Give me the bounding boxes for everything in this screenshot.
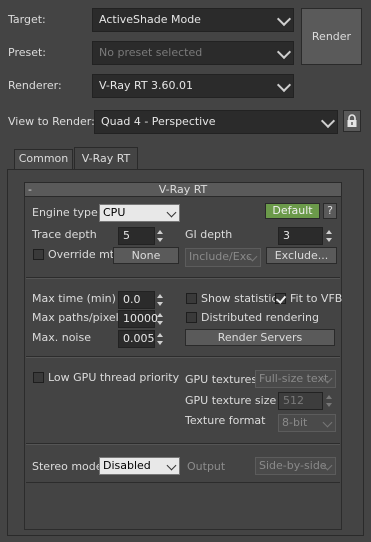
fit-to-vfb-label: Fit to VFB [290, 292, 343, 305]
default-button[interactable]: Default [265, 203, 320, 219]
show-statistics-checkbox[interactable] [186, 293, 197, 304]
preset-dropdown[interactable]: No preset selected [92, 41, 294, 65]
help-button[interactable]: ? [323, 203, 337, 219]
trace-depth-spinner[interactable] [156, 228, 165, 244]
group-divider [26, 443, 340, 445]
group-divider [26, 482, 340, 483]
low-gpu-priority-checkbox[interactable] [33, 372, 44, 383]
include-exclude-value: Include/Exc [189, 250, 253, 263]
max-noise-spinner[interactable] [156, 331, 165, 347]
rollout-title: V-Ray RT [158, 183, 208, 196]
preset-label: Preset: [8, 46, 47, 59]
tab-baseline [138, 169, 363, 170]
max-paths-label: Max paths/pixel [32, 311, 119, 324]
show-statistics-label: Show statistics [201, 292, 284, 305]
output-label: Output [187, 460, 226, 473]
max-time-spinner[interactable] [156, 292, 165, 308]
gpu-textures-value: Full-size text [259, 372, 329, 385]
output-dropdown[interactable]: Side-by-side [255, 457, 336, 475]
max-noise-input[interactable]: 0.005 [118, 330, 155, 348]
texture-format-label: Texture format [185, 414, 266, 427]
target-label: Target: [8, 13, 46, 26]
gi-depth-label: GI depth [185, 228, 233, 241]
gpu-texture-size-spinner[interactable] [325, 393, 334, 409]
max-time-input[interactable]: 0.0 [118, 291, 155, 309]
gpu-texture-size-label: GPU texture size [185, 394, 277, 407]
gpu-textures-label: GPU textures [185, 373, 258, 386]
group-divider [26, 356, 340, 358]
max-noise-label: Max. noise [32, 331, 91, 344]
view-to-render-value: Quad 4 - Perspective [101, 115, 216, 128]
chevron-down-icon [276, 77, 292, 93]
target-value: ActiveShade Mode [99, 13, 201, 26]
stereo-mode-label: Stereo mode [32, 460, 103, 473]
max-paths-input[interactable]: 10000 [118, 310, 158, 328]
include-exclude-dropdown[interactable]: Include/Exc [185, 248, 261, 267]
view-to-render-dropdown[interactable]: Quad 4 - Perspective [94, 110, 338, 134]
gpu-texture-size-input[interactable]: 512 [278, 392, 323, 410]
tab-vray-rt[interactable]: V-Ray RT [74, 147, 138, 170]
low-gpu-priority-label: Low GPU thread priority [48, 371, 180, 384]
group-divider [26, 277, 340, 279]
gpu-textures-dropdown[interactable]: Full-size text [255, 370, 336, 388]
lock-view-button[interactable] [343, 110, 361, 132]
max-paths-spinner[interactable] [156, 311, 165, 327]
rollout-header[interactable]: - V-Ray RT [24, 182, 342, 197]
chevron-down-icon [166, 460, 177, 471]
renderer-label: Renderer: [8, 79, 62, 92]
renderer-value: V-Ray RT 3.60.01 [99, 79, 194, 92]
chevron-down-icon [322, 417, 333, 428]
engine-type-value: CPU [103, 206, 126, 219]
chevron-down-icon [320, 113, 336, 129]
render-button[interactable]: Render [301, 8, 362, 65]
stereo-mode-value: Disabled [103, 459, 151, 472]
override-mtl-label: Override mtl [48, 248, 118, 261]
trace-depth-input[interactable]: 5 [118, 227, 155, 245]
override-mtl-none-button[interactable]: None [113, 247, 179, 264]
texture-format-dropdown[interactable]: 8-bit [278, 414, 336, 432]
renderer-dropdown[interactable]: V-Ray RT 3.60.01 [92, 74, 294, 98]
gi-depth-spinner[interactable] [325, 228, 334, 244]
override-mtl-checkbox[interactable] [33, 249, 44, 260]
texture-format-value: 8-bit [282, 416, 308, 429]
view-to-render-label: View to Render: [8, 115, 95, 128]
target-dropdown[interactable]: ActiveShade Mode [92, 8, 294, 32]
stereo-mode-dropdown[interactable]: Disabled [99, 457, 180, 475]
output-value: Side-by-side [259, 459, 327, 472]
chevron-down-icon [276, 11, 292, 27]
lock-icon [347, 114, 357, 127]
exclude-button[interactable]: Exclude... [266, 247, 337, 264]
distributed-rendering-label: Distributed rendering [201, 311, 319, 324]
chevron-down-icon [166, 207, 177, 218]
engine-type-label: Engine type [32, 206, 98, 219]
engine-type-dropdown[interactable]: CPU [99, 204, 180, 222]
max-time-label: Max time (min) [32, 292, 116, 305]
gi-depth-input[interactable]: 3 [278, 227, 323, 245]
chevron-down-icon [276, 44, 292, 60]
trace-depth-label: Trace depth [32, 228, 97, 241]
distributed-rendering-checkbox[interactable] [186, 312, 197, 323]
fit-to-vfb-checkbox[interactable] [275, 293, 286, 304]
render-servers-button[interactable]: Render Servers [185, 329, 335, 346]
tab-common[interactable]: Common [14, 149, 73, 169]
preset-value: No preset selected [99, 46, 203, 59]
